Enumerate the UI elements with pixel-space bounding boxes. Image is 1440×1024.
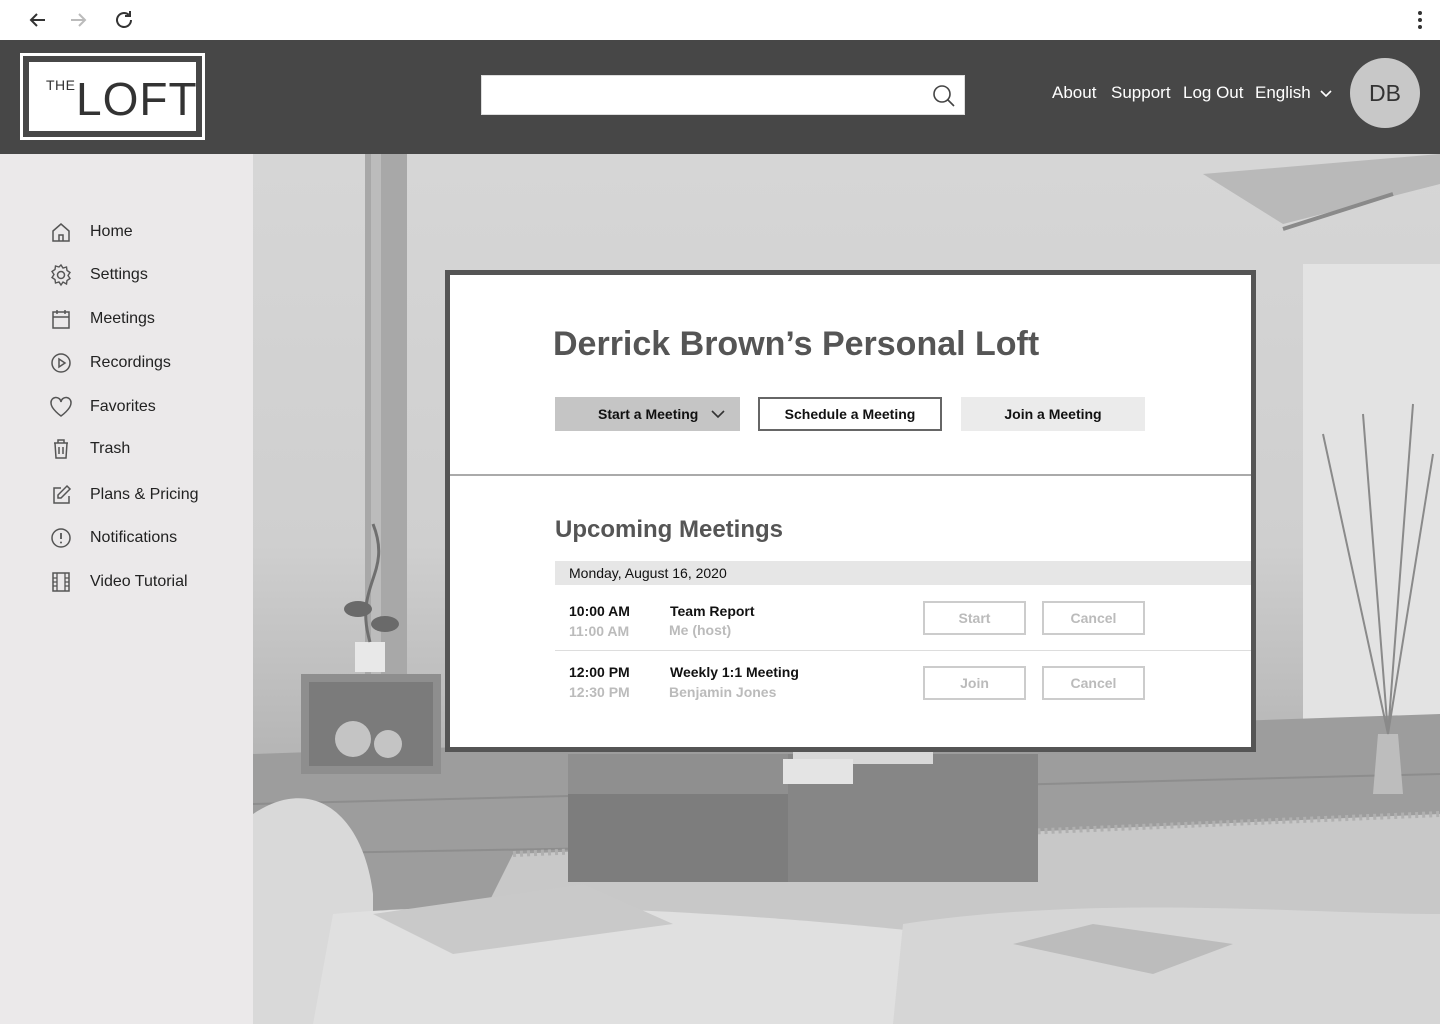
home-icon	[48, 219, 74, 245]
sidebar-item-label: Recordings	[90, 354, 171, 371]
film-icon	[48, 569, 74, 595]
sidebar-item-label: Video Tutorial	[90, 573, 188, 590]
language-label: English	[1255, 83, 1311, 102]
meeting-end-time: 11:00 AM	[569, 623, 630, 639]
sidebar-item-label: Notifications	[90, 529, 178, 546]
cancel-button[interactable]: Cancel	[1042, 601, 1145, 635]
meeting-name: Weekly 1:1 Meeting	[670, 664, 799, 680]
alert-circle-icon	[48, 525, 74, 551]
sidebar-item-label: Trash	[90, 440, 131, 457]
row-divider	[555, 650, 1251, 651]
sidebar-item-video-tutorial[interactable]: Video Tutorial	[48, 568, 188, 596]
search-icon[interactable]	[932, 84, 956, 108]
logo[interactable]: THE LOFT	[20, 53, 205, 140]
sidebar-item-recordings[interactable]: Recordings	[48, 349, 171, 377]
schedule-meeting-button[interactable]: Schedule a Meeting	[758, 397, 942, 431]
sidebar-item-label: Plans & Pricing	[90, 486, 199, 503]
sidebar-item-label: Home	[90, 223, 133, 240]
chevron-down-icon	[1319, 90, 1332, 98]
play-circle-icon	[48, 350, 74, 376]
avatar-initials: DB	[1369, 79, 1401, 106]
reload-icon[interactable]	[110, 6, 138, 34]
back-arrow-icon[interactable]	[24, 6, 52, 34]
upcoming-meetings-heading: Upcoming Meetings	[555, 516, 784, 543]
join-meeting-button[interactable]: Join a Meeting	[961, 397, 1145, 431]
sidebar-item-notifications[interactable]: Notifications	[48, 524, 177, 552]
about-link[interactable]: About	[1052, 83, 1096, 103]
start-button[interactable]: Start	[923, 601, 1026, 635]
sidebar-item-label: Settings	[90, 266, 148, 283]
meeting-start-time: 10:00 AM	[569, 603, 630, 619]
sidebar-item-favorites[interactable]: Favorites	[48, 393, 156, 421]
logout-link[interactable]: Log Out	[1183, 83, 1244, 103]
sidebar-item-label: Favorites	[90, 398, 156, 415]
heart-icon	[48, 394, 74, 420]
date-header: Monday, August 16, 2020	[555, 561, 1251, 585]
start-meeting-button[interactable]: Start a Meeting	[555, 397, 740, 431]
forward-arrow-icon[interactable]	[64, 6, 92, 34]
trash-icon	[48, 436, 74, 462]
support-link[interactable]: Support	[1111, 83, 1171, 103]
logo-loft-text: LOFT	[76, 73, 198, 125]
browser-toolbar	[0, 0, 1440, 40]
meeting-start-time: 12:00 PM	[569, 664, 630, 680]
meeting-host: Benjamin Jones	[669, 684, 777, 700]
search-input[interactable]	[482, 76, 922, 114]
sidebar-item-meetings[interactable]: Meetings	[48, 305, 155, 333]
personal-loft-card: Derrick Brown’s Personal Loft Start a Me…	[445, 270, 1256, 752]
edit-icon	[48, 482, 74, 508]
sidebar-item-settings[interactable]: Settings	[48, 261, 148, 289]
cancel-button[interactable]: Cancel	[1042, 666, 1145, 700]
meeting-row: 10:00 AM 11:00 AM Team Report Me (host) …	[555, 595, 1251, 655]
join-button[interactable]: Join	[923, 666, 1026, 700]
more-vert-icon[interactable]	[1406, 6, 1434, 34]
gear-icon	[48, 262, 74, 288]
sidebar-item-trash[interactable]: Trash	[48, 435, 130, 463]
meeting-end-time: 12:30 PM	[569, 684, 630, 700]
logo-the-text: THE	[46, 77, 76, 93]
language-select[interactable]: English	[1255, 83, 1332, 103]
search-box	[481, 75, 965, 115]
sidebar-item-plans-pricing[interactable]: Plans & Pricing	[48, 481, 199, 509]
chevron-down-icon[interactable]	[710, 406, 726, 422]
avatar[interactable]: DB	[1350, 58, 1420, 128]
meeting-row: 12:00 PM 12:30 PM Weekly 1:1 Meeting Ben…	[555, 656, 1251, 716]
sidebar-item-home[interactable]: Home	[48, 218, 133, 246]
start-meeting-label: Start a Meeting	[598, 406, 699, 422]
calendar-icon	[48, 306, 74, 332]
sidebar-item-label: Meetings	[90, 310, 155, 327]
page-title: Derrick Brown’s Personal Loft	[553, 325, 1040, 363]
sidebar: Home Settings Meetings Recordings Favori…	[0, 154, 253, 1024]
meeting-name: Team Report	[670, 603, 755, 619]
meeting-host: Me (host)	[669, 622, 732, 638]
app-header: THE LOFT About Support Log Out English D…	[0, 40, 1440, 154]
divider	[450, 474, 1251, 476]
